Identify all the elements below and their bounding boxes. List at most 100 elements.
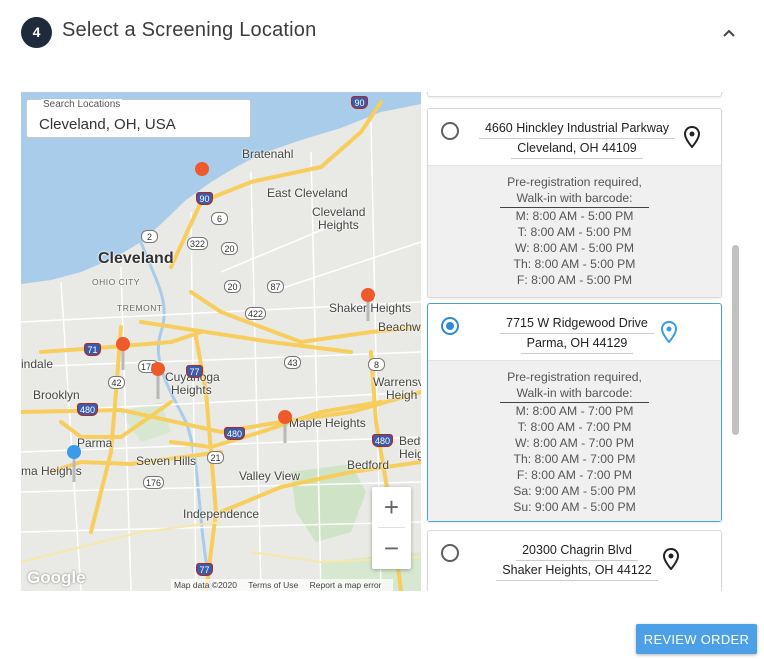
location-marker[interactable] [115,336,131,372]
map-label-cleveland-heights-2: Heights [318,218,359,232]
google-logo: Google [27,568,86,587]
map-label-bedford-heights: Bedf [399,434,421,448]
location-address: 7715 W Ridgewood Drive Parma, OH 44129 [472,314,682,354]
hours-row: F: 8:00 AM - 5:00 PM [516,273,633,287]
location-radio[interactable] [441,122,459,140]
address-line-1: 4660 Hinckley Industrial Parkway [478,119,676,139]
hours-row: Su: 9:00 AM - 5:00 PM [513,500,636,514]
map-label-ohio-city: OHIO CITY [92,277,140,287]
map-label-bratenahl: Bratenahl [242,147,294,161]
map-label-bedford-heights-2: Heigh [399,447,421,461]
route-shield: 322 [187,237,209,250]
interstate-shield: 90 [196,192,213,205]
location-hours: Pre-registration required, Walk-in with … [428,165,721,297]
location-list-scroll-thumb[interactable] [732,245,739,435]
route-shield: 43 [284,356,301,369]
route-shield: 42 [108,376,125,389]
hours-row: T: 8:00 AM - 7:00 PM [517,420,632,434]
route-shield: 176 [143,476,165,489]
zoom-in-button[interactable]: + [372,487,411,527]
location-card[interactable]: 20300 Chagrin Blvd Shaker Heights, OH 44… [427,530,722,591]
map-label-tremont: TREMONT [117,303,163,313]
location-address: 20300 Chagrin Blvd Shaker Heights, OH 44… [472,541,682,581]
interstate-shield: 71 [84,343,101,356]
hours-row: T: 8:00 AM - 5:00 PM [517,225,632,239]
search-locations-input[interactable] [39,116,239,133]
map-label-warrensville-2: Heigh [386,388,418,402]
location-card-selected[interactable]: 7715 W Ridgewood Drive Parma, OH 44129 P… [427,303,722,522]
hours-note: Pre-registration required, [507,370,642,384]
location-radio[interactable] [441,317,459,335]
location-marker[interactable] [360,287,376,323]
map-label-cuyahoga-heights-2: Heights [171,383,212,397]
address-line-1: 20300 Chagrin Blvd [516,541,638,561]
zoom-control: + − [372,487,411,569]
hours-note: Pre-registration required, [507,175,642,189]
route-shield: 6 [211,212,228,225]
zoom-out-button[interactable]: − [372,528,411,568]
location-card-header: 20300 Chagrin Blvd Shaker Heights, OH 44… [428,531,721,587]
interstate-shield: 480 [77,403,99,416]
hours-row: Th: 8:00 AM - 5:00 PM [513,257,636,271]
address-line-1: 7715 W Ridgewood Drive [500,314,654,334]
map-label-valley-view: Valley View [239,469,300,483]
interstate-shield: 90 [351,96,368,109]
map-label-maple-heights: Maple Heights [289,416,366,430]
map-label-seven-hills: Seven Hills [136,454,197,468]
route-shield: 422 [245,307,267,320]
collapse-button[interactable] [716,20,742,46]
map-label-lindale: indale [21,357,54,371]
report-map-error-link[interactable]: Report a map error [310,580,382,590]
hours-heading: Walk-in with barcode: [500,190,649,208]
location-marker-selected[interactable] [66,444,82,484]
location-card-header: 4660 Hinckley Industrial Parkway Clevela… [428,109,721,165]
route-shield: 20 [221,242,238,255]
step-header: 4 Select a Screening Location [0,0,764,66]
route-shield: 8 [368,358,385,371]
map-label-warrensville: Warrensv [373,375,421,389]
map-label-cleveland: Cleveland [98,250,174,267]
map-pin-icon[interactable] [660,321,678,343]
search-locations-label: Search Locations [41,99,123,110]
location-hours: Pre-registration required, Walk-in with … [428,360,721,521]
address-line-2: Cleveland, OH 44109 [511,139,643,159]
hours-row: Th: 8:00 AM - 7:00 PM [513,452,636,466]
terms-of-use-link[interactable]: Terms of Use [248,580,298,590]
hours-row: F: 8:00 AM - 7:00 PM [516,468,633,482]
location-card[interactable]: 4660 Hinckley Industrial Parkway Clevela… [427,108,722,298]
interstate-shield: 77 [196,563,213,576]
location-marker[interactable] [194,161,210,177]
location-marker[interactable] [277,409,293,445]
map-pin-icon[interactable] [662,548,680,570]
hours-row: M: 8:00 AM - 5:00 PM [515,209,634,223]
hours-row: M: 8:00 AM - 7:00 PM [515,404,634,418]
review-order-button[interactable]: REVIEW ORDER [636,624,757,654]
location-list[interactable]: 4660 Hinckley Industrial Parkway Clevela… [426,92,724,591]
hours-heading: Walk-in with barcode: [500,385,649,403]
route-shield: 87 [267,280,284,293]
address-line-2: Shaker Heights, OH 44122 [496,561,658,581]
hours-row: W: 8:00 AM - 5:00 PM [515,241,634,255]
chevron-up-icon [723,29,735,37]
map-label-beachwood: Beachwo [378,320,421,334]
search-locations-box[interactable]: Search Locations [26,99,251,138]
route-shield: 20 [224,280,241,293]
hours-row: Sa: 9:00 AM - 5:00 PM [513,484,636,498]
location-map[interactable]: Bratenahl East Cleveland Cleveland Heigh… [21,92,421,591]
location-marker[interactable] [150,361,166,401]
map-label-parma: Parma [77,436,113,450]
map-pin-icon[interactable] [683,126,701,148]
map-label-independence: Independence [183,507,260,521]
step-title: Select a Screening Location [62,19,317,41]
hours-row: W: 8:00 AM - 7:00 PM [515,436,634,450]
map-label-east-cleveland: East Cleveland [267,186,348,200]
location-address: 4660 Hinckley Industrial Parkway Clevela… [472,119,682,159]
location-radio[interactable] [441,544,459,562]
location-card-header: 7715 W Ridgewood Drive Parma, OH 44129 [428,304,721,360]
map-label-cleveland-heights: Cleveland [312,205,366,219]
map-label-brooklyn: Brooklyn [33,388,80,402]
route-shield: 2 [141,230,158,243]
interstate-shield: 480 [372,434,394,447]
step-number-badge: 4 [21,17,52,48]
interstate-shield: 77 [186,365,203,378]
